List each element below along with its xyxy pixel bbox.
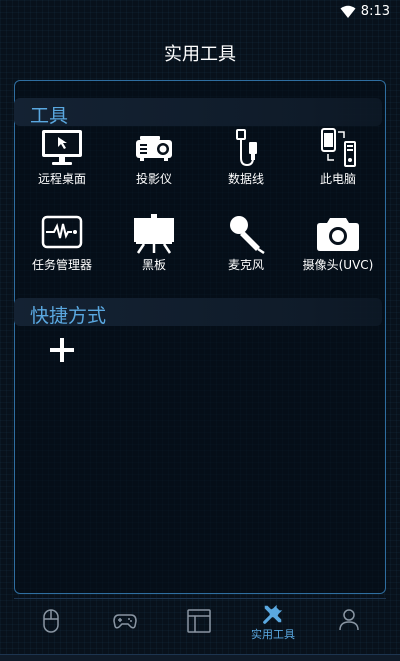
tool-label: 黑板: [141, 258, 166, 272]
tool-camera[interactable]: 摄像头(UVC): [292, 214, 384, 273]
status-bar: 8:13: [0, 0, 400, 24]
nav-user[interactable]: [312, 599, 386, 651]
tool-label: 麦克风: [227, 258, 264, 272]
layout-icon: [187, 609, 211, 633]
pulse-monitor-icon: [41, 215, 83, 249]
nav-tools[interactable]: 实用工具: [236, 599, 310, 651]
tools-section-header: [14, 98, 382, 126]
tools-icon: [263, 604, 283, 624]
tool-remote-desktop[interactable]: 远程桌面: [16, 128, 108, 187]
devices-icon: [321, 128, 356, 167]
tool-task-manager[interactable]: 任务管理器: [16, 214, 108, 273]
add-shortcut-icon[interactable]: [48, 336, 76, 364]
camera-icon: [317, 218, 359, 251]
tool-data-cable[interactable]: 数据线: [200, 128, 292, 187]
user-icon: [339, 609, 359, 631]
nav-tools-label: 实用工具: [251, 628, 295, 641]
tool-microphone[interactable]: 麦克风: [200, 214, 292, 273]
nav-layout[interactable]: [162, 599, 236, 651]
blackboard-icon: [134, 214, 174, 254]
tool-label: 摄像头(UVC): [302, 258, 374, 272]
tool-label: 任务管理器: [31, 258, 92, 272]
shortcuts-section-title: 快捷方式: [30, 305, 107, 327]
tool-label: 数据线: [227, 172, 264, 186]
wifi-icon: [340, 5, 356, 18]
page-title: 实用工具: [164, 44, 236, 65]
gamepad-icon: [113, 614, 137, 629]
tool-label: 投影仪: [135, 172, 172, 186]
nav-gamepad[interactable]: [88, 599, 162, 651]
tool-projector[interactable]: 投影仪: [108, 128, 200, 187]
tool-this-pc[interactable]: 此电脑: [292, 128, 384, 187]
tool-label: 此电脑: [319, 172, 356, 186]
tools-section-title: 工具: [30, 105, 69, 127]
tool-blackboard[interactable]: 黑板: [108, 214, 200, 273]
mouse-icon: [43, 609, 59, 633]
tool-label: 远程桌面: [37, 172, 86, 186]
bottom-nav: 实用工具: [14, 598, 386, 651]
projector-icon: [136, 136, 172, 161]
monitor-icon: [42, 130, 82, 165]
nav-mouse[interactable]: [14, 599, 88, 651]
microphone-icon: [230, 216, 265, 254]
usb-cable-icon: [236, 129, 257, 167]
status-time: 8:13: [360, 4, 390, 19]
